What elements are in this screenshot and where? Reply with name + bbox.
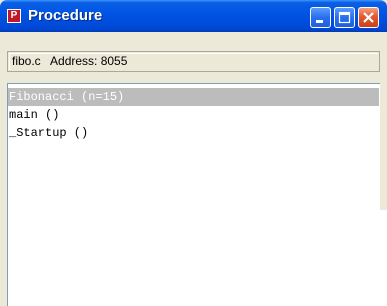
procedure-list[interactable]: Fibonacci (n=15) main () _Startup () (7, 83, 380, 306)
procedure-item[interactable]: main () (8, 106, 379, 124)
procedure-item[interactable]: _Startup () (8, 124, 379, 142)
minimize-button[interactable] (310, 7, 331, 28)
window-edge (380, 210, 387, 306)
maximize-icon (338, 11, 351, 24)
window-title: Procedure (28, 7, 103, 24)
source-address-text: fibo.c Address: 8055 (12, 54, 128, 68)
minimize-icon (316, 20, 323, 23)
source-address-bar: fibo.c Address: 8055 (7, 51, 380, 72)
app-icon: P (7, 9, 21, 23)
close-button[interactable] (358, 7, 379, 28)
procedure-item[interactable]: Fibonacci (n=15) (8, 88, 379, 106)
procedure-window: P Procedure fibo.c Address: 8055 Fibonac… (0, 0, 387, 306)
close-icon (363, 12, 374, 23)
title-bar[interactable]: P Procedure (0, 0, 387, 32)
maximize-button[interactable] (334, 7, 355, 28)
